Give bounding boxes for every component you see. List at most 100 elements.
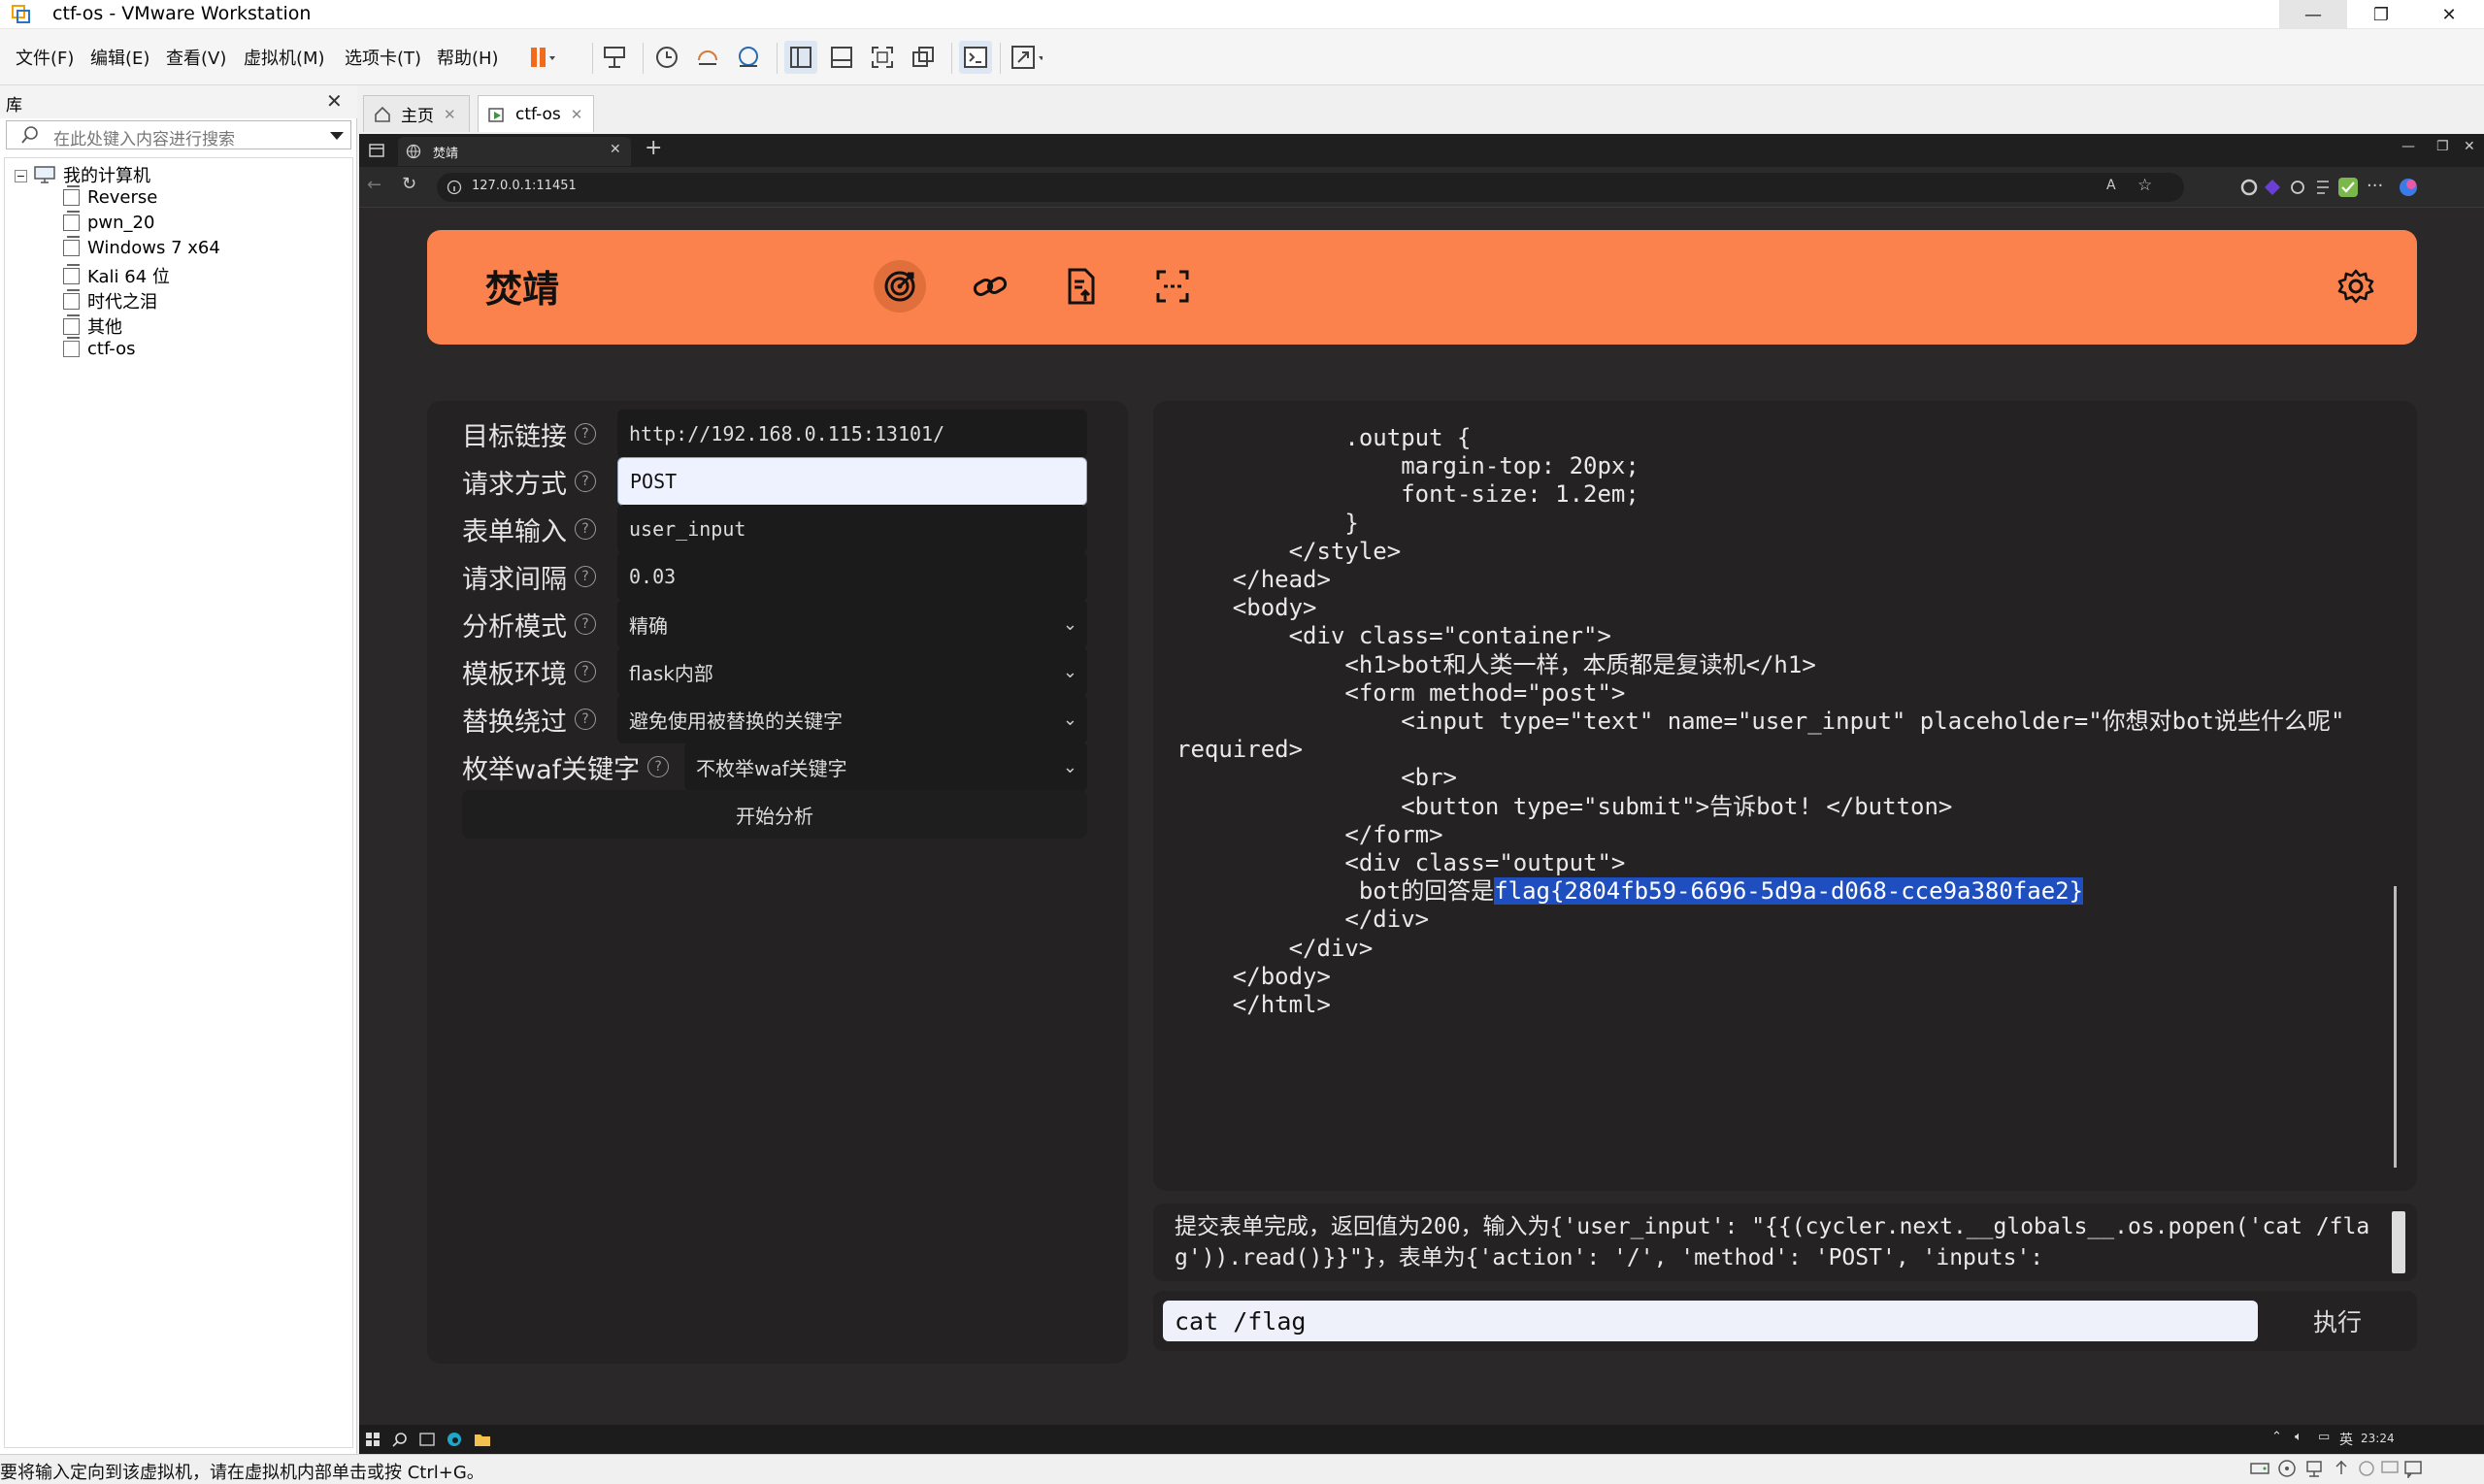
file-upload-icon[interactable] [1055, 260, 1108, 313]
input-language[interactable]: 英 [2339, 1430, 2353, 1449]
console-view-icon[interactable] [959, 41, 992, 74]
tab-home[interactable]: 主页 ✕ [363, 95, 470, 132]
restore-icon[interactable]: ❐ [2436, 139, 2449, 154]
minimize-icon[interactable]: — [2401, 139, 2415, 154]
collections-icon[interactable] [2337, 177, 2359, 198]
close-icon[interactable]: ✕ [610, 142, 621, 157]
link-icon[interactable] [964, 260, 1016, 313]
network-icon[interactable]: ▭ [2318, 1430, 2330, 1444]
pause-icon[interactable] [524, 41, 557, 74]
search-icon[interactable] [392, 1432, 408, 1447]
usb-icon[interactable] [2332, 1459, 2351, 1478]
help-icon[interactable]: ? [575, 518, 596, 540]
mode-select[interactable]: 精确 ⌄ [617, 600, 1087, 648]
tree-item-vm[interactable]: 其他 [63, 313, 122, 339]
terminal-icon[interactable] [419, 1432, 435, 1447]
more-icon[interactable]: ··· [2367, 176, 2383, 196]
menu-help[interactable]: 帮助(H) [437, 45, 499, 70]
chevron-down-icon[interactable] [329, 131, 345, 141]
refresh-extension-icon[interactable] [2289, 179, 2306, 196]
snapshot-manager-icon[interactable] [732, 41, 765, 74]
tree-item-vm[interactable]: Reverse [63, 185, 157, 208]
method-input[interactable]: POST [617, 457, 1087, 506]
help-icon[interactable]: ? [575, 423, 596, 445]
minimize-button[interactable]: — [2279, 0, 2347, 29]
address-bar[interactable]: 127.0.0.1:11451 A ☆ [437, 173, 2184, 202]
form-input-field[interactable]: user_input [617, 505, 1087, 553]
execute-button[interactable]: 执行 [2269, 1301, 2405, 1341]
scan-icon[interactable] [1146, 260, 1199, 313]
menu-tabs[interactable]: 选项卡(T) [345, 45, 421, 70]
tree-item-vm-running[interactable]: ctf-os [63, 337, 136, 359]
tree-item-vm[interactable]: Kali 64 位 [63, 263, 170, 288]
flag-highlight[interactable]: flag{2804fb59-6696-5d9a-d068-cce9a380fae… [1494, 877, 2084, 906]
collapse-toggle[interactable]: − [15, 170, 27, 182]
revert-snapshot-icon[interactable] [691, 41, 724, 74]
command-input[interactable]: cat /flag [1163, 1301, 2258, 1341]
message-icon[interactable] [2403, 1459, 2423, 1478]
close-icon[interactable]: ✕ [326, 89, 343, 113]
display-icon[interactable] [2380, 1459, 2400, 1478]
close-icon[interactable]: ✕ [2464, 139, 2475, 154]
edge-icon[interactable] [447, 1432, 462, 1447]
tree-root[interactable]: 我的计算机 [34, 162, 150, 187]
library-search-input[interactable]: 在此处键入内容进行搜索 [6, 120, 351, 149]
help-icon[interactable]: ? [647, 756, 670, 777]
tree-item-vm[interactable]: 时代之泪 [63, 288, 157, 313]
fullscreen-icon[interactable] [866, 41, 899, 74]
help-icon[interactable]: ? [575, 661, 596, 682]
close-icon[interactable]: ✕ [571, 106, 583, 123]
menu-view[interactable]: 查看(V) [166, 45, 226, 70]
start-analysis-button[interactable]: 开始分析 [462, 790, 1087, 839]
close-icon[interactable]: ✕ [444, 106, 456, 123]
target-url-input[interactable]: http://192.168.0.115:13101/ [617, 410, 1087, 458]
tree-item-vm[interactable]: pwn_20 [63, 211, 154, 233]
favorites-icon[interactable] [2314, 179, 2332, 196]
tab-ctf-os[interactable]: ctf-os ✕ [478, 95, 594, 132]
restore-button[interactable]: ❐ [2347, 0, 2415, 29]
bypass-select[interactable]: 避免使用被替换的关键字 ⌄ [617, 695, 1087, 743]
refresh-icon[interactable]: ↻ [402, 174, 416, 194]
crack-icon[interactable] [874, 260, 926, 313]
env-select[interactable]: flask内部 ⌄ [617, 647, 1087, 696]
folder-icon[interactable] [474, 1432, 491, 1447]
send-ctrl-alt-del-icon[interactable] [598, 41, 631, 74]
stretch-guest-icon[interactable] [1010, 41, 1043, 74]
shield-extension-icon[interactable] [2264, 179, 2281, 196]
waf-select[interactable]: 不枚举waf关键字 ⌄ [684, 742, 1087, 791]
thumbnail-view-icon[interactable] [825, 41, 858, 74]
scrollbar[interactable] [2392, 1211, 2405, 1273]
scrollbar[interactable] [2394, 886, 2397, 1168]
network-adapter-icon[interactable] [2304, 1459, 2324, 1478]
menu-file[interactable]: 文件(F) [16, 45, 74, 70]
help-icon[interactable]: ? [575, 613, 596, 635]
close-window-button[interactable]: ✕ [2415, 0, 2483, 29]
help-icon[interactable]: ? [575, 471, 596, 492]
snapshot-icon[interactable] [650, 41, 683, 74]
interval-input[interactable]: 0.03 [617, 552, 1087, 601]
windows-start-icon[interactable] [365, 1432, 381, 1447]
guest-screen[interactable]: 焚靖 ✕ + — ❐ ✕ ← ↻ 127.0.0.1:11451 A ☆ ···… [359, 134, 2484, 1454]
volume-icon[interactable]: 🔈︎ [2295, 1430, 2302, 1444]
menu-edit[interactable]: 编辑(E) [90, 45, 149, 70]
help-icon[interactable]: ? [575, 566, 596, 587]
taskbar-clock[interactable]: 23:24 [2361, 1432, 2395, 1445]
library-view-icon[interactable] [784, 41, 817, 74]
favorite-star-icon[interactable]: ☆ [2137, 176, 2152, 195]
extension-icon[interactable] [2240, 179, 2258, 196]
gear-icon[interactable] [2330, 260, 2382, 313]
hdd-icon[interactable] [2250, 1460, 2269, 1477]
chevron-up-icon[interactable]: ⌃ [2271, 1430, 2282, 1444]
menu-vm[interactable]: 虚拟机(M) [244, 45, 325, 70]
tree-item-vm[interactable]: Windows 7 x64 [63, 236, 220, 258]
new-tab-icon[interactable]: + [645, 136, 662, 160]
sound-icon[interactable] [2357, 1459, 2376, 1478]
back-icon[interactable]: ← [367, 175, 381, 195]
tab-actions-icon[interactable] [369, 143, 384, 158]
read-aloud-icon[interactable]: A [2106, 178, 2116, 193]
help-icon[interactable]: ? [575, 709, 596, 730]
browser-tab[interactable]: 焚靖 ✕ [398, 137, 631, 166]
unity-icon[interactable] [907, 41, 940, 74]
cd-icon[interactable] [2277, 1459, 2297, 1478]
copilot-icon[interactable] [2398, 177, 2419, 198]
